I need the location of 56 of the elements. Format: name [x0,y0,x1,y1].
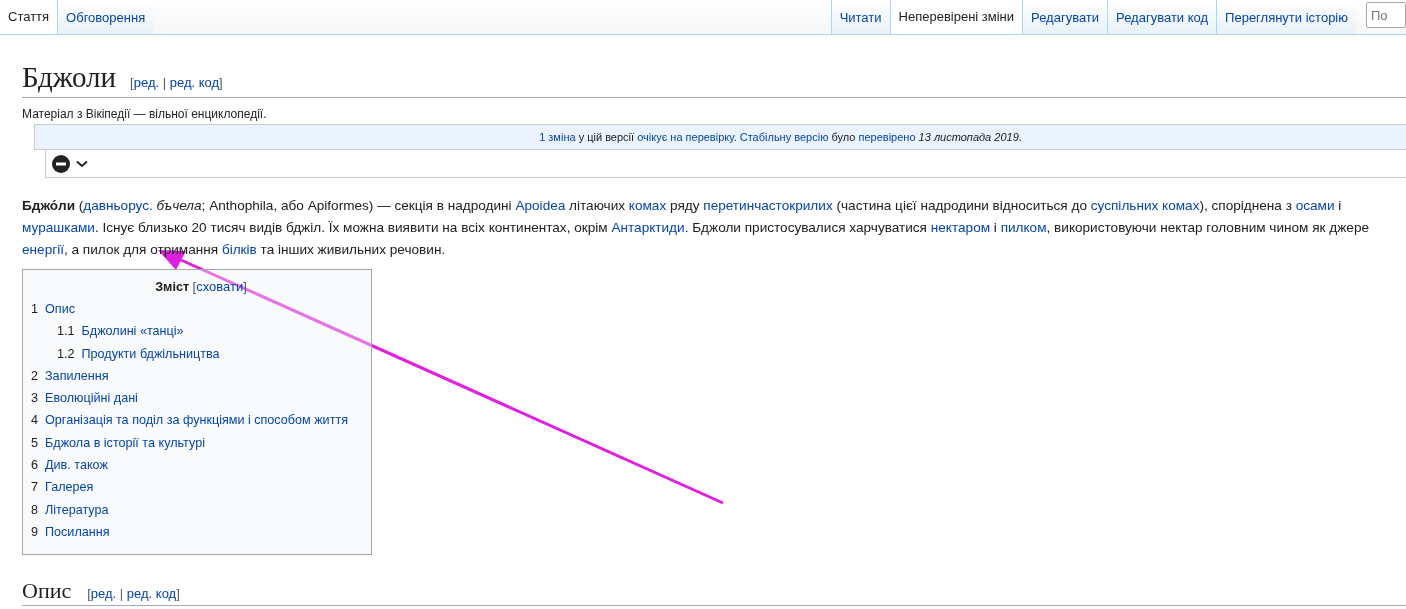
toc-number: 5 [31,434,38,452]
toc-link[interactable]: Запилення [45,364,109,388]
toc-title: Зміст [155,280,190,294]
toc-link[interactable]: Організація та поділ за функціями і способом життя [45,409,348,432]
toc-number: 9 [31,523,38,541]
view-tab[interactable]: Читати [830,0,890,34]
toc-link[interactable]: Бджолині «танці» [81,320,184,343]
view-tab[interactable]: Редагувати [1022,0,1108,34]
text-link[interactable]: пилком [1000,220,1047,235]
text-link[interactable]: мурашками [22,220,95,235]
toc-number: 1.1 [57,323,75,341]
edit-links: [ред. | ред. код] [87,586,180,602]
toc-link[interactable]: Опис [45,298,75,321]
toc-link[interactable]: Галерея [45,476,94,499]
text-link[interactable]: суспільних комах [1090,198,1200,213]
chevron-down-icon[interactable] [76,159,88,168]
toc-number: 4 [31,412,38,430]
text-link[interactable]: Стабільну версію [739,131,829,143]
text-link[interactable]: білків [221,242,257,257]
text-link[interactable]: перевірено [858,131,916,143]
toc-toggle: [сховати] [192,279,247,294]
text-link[interactable]: осами [1295,198,1335,213]
minus-circle-icon[interactable] [52,154,70,173]
text-link[interactable]: Антарктиди [611,220,685,235]
text-link[interactable]: очікує на перевірку [637,131,734,143]
intro-paragraph: Бджо́ли (давньорус. бъчела; Anthophila, або Apiformes) — секція в надродині Apoidea літаючих комах ряду перетинчастокрилих (частина цієї надродини відноситься до суспільних комах), споріднена з осами і мурашками. Існує близько 20 тисяч видів бджіл. Їх можна виявити на всіх континентах, окрім Антарктиди. Бджоли пристосувалися харчуватися нектаром і пилком, використовуючи нектар головним чином як джере енергії, а пилок для отримання білків та інших живильних речовин. [22,197,1371,259]
text-link[interactable]: перетинчастокрилих [703,198,833,213]
toc-link[interactable]: Продукти бджільництва [81,342,220,365]
view-tab[interactable]: Редагувати код [1107,0,1217,34]
section-heading: Опис [22,577,72,606]
toc-number: 1 [31,301,38,318]
page-tab[interactable]: Обговорення [57,0,154,34]
text-link[interactable]: давньорус. [83,198,153,213]
toc-link[interactable]: Бджола в історії та культурі [45,431,205,455]
tagline: Матеріал з Вікіпедії — вільної енциклопедії. [22,107,268,121]
toc-link[interactable]: Еволюційні дані [45,387,138,410]
toc-link[interactable]: Посилання [45,520,110,544]
text-link[interactable]: нектаром [930,220,991,235]
toc-link[interactable]: Література [45,498,109,521]
edit-links: [ред. | ред. код] [130,75,223,90]
text-link[interactable]: енергії [22,242,64,257]
toc-number: 2 [31,367,38,385]
text-link[interactable]: Apoidea [515,198,566,213]
view-tab[interactable]: Переглянути історію [1216,0,1356,34]
toc-number: 7 [31,479,38,497]
review-notice: 1 зміна у цій версії очікує на перевірку. Стабільну версію було перевірено 13 листопада 2019. [34,124,1406,150]
toc-number: 1.2 [57,345,75,363]
toc-number: 8 [31,501,38,519]
toc-link[interactable]: Див. також [45,454,108,477]
toc-number: 6 [31,457,38,475]
search-field[interactable]: По [1366,2,1406,28]
text-link[interactable]: 1 зміна [539,131,576,143]
view-tab[interactable]: Неперевірені зміни [889,0,1023,34]
page-title: Бджоли [22,60,117,95]
toc-number: 3 [31,390,38,408]
text-link[interactable]: комах [628,198,667,213]
